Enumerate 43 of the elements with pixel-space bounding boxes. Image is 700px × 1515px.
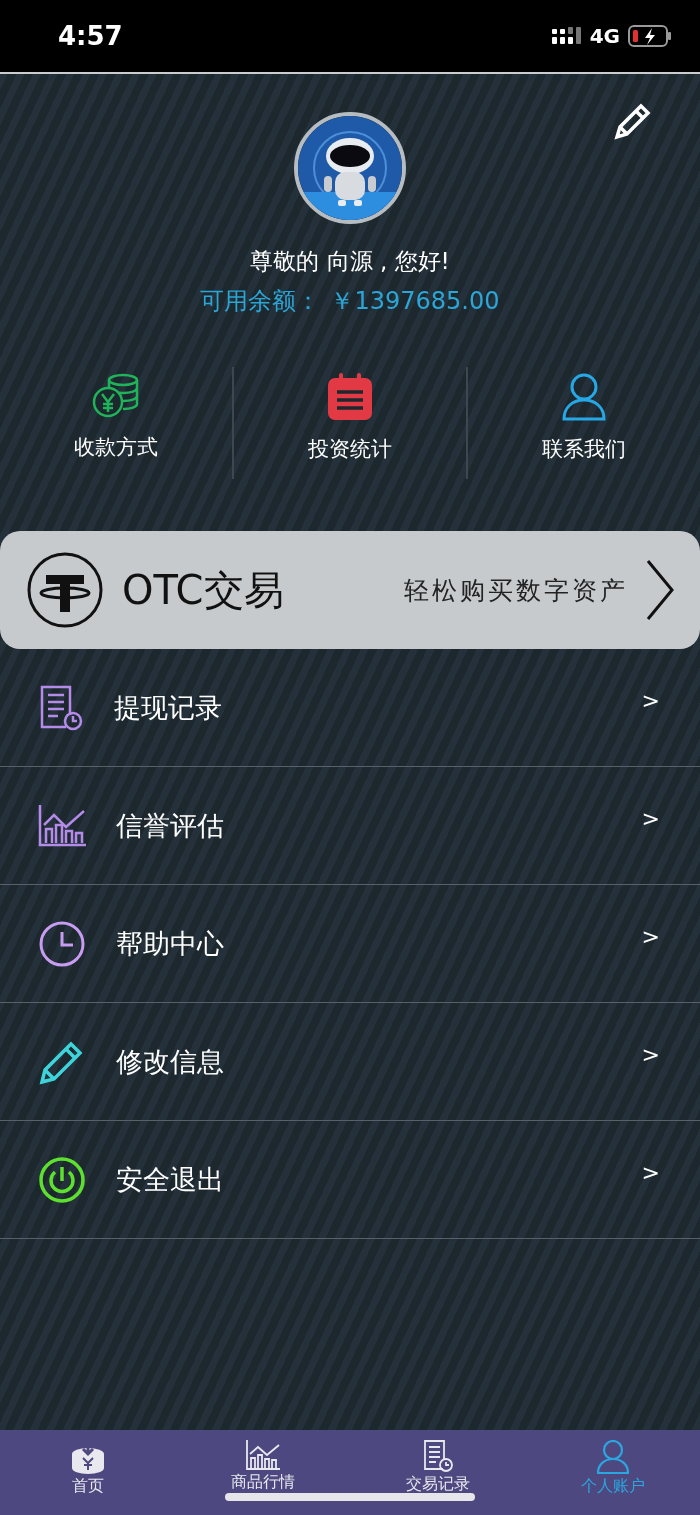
quick-action-label[interactable]: 收款方式	[74, 433, 158, 461]
menu-item[interactable]: 信誉评估 >	[0, 767, 700, 885]
user-icon	[562, 373, 606, 421]
tab[interactable]: 首页	[0, 1430, 175, 1515]
menu-label: 修改信息	[116, 1044, 225, 1079]
chevron-right-icon	[646, 559, 674, 621]
menu-label: 提现记录	[114, 690, 223, 725]
menu-item[interactable]: 安全退出 >	[0, 1121, 700, 1239]
quick-action-label[interactable]: 联系我们	[542, 435, 626, 463]
arrow: >	[641, 688, 660, 713]
user-icon	[596, 1440, 629, 1474]
network-type: 4G	[589, 24, 620, 48]
status-time: 4:57	[58, 21, 123, 51]
signal-icon	[551, 27, 582, 45]
menu-item[interactable]: 帮助中心 >	[0, 885, 700, 1003]
arrow: >	[641, 806, 660, 831]
menu-label: 安全退出	[116, 1162, 225, 1197]
menu-item[interactable]: 修改信息 >	[0, 1003, 700, 1121]
menu-item[interactable]: 提现记录 >	[0, 649, 700, 767]
quick-action-label[interactable]: 投资统计	[308, 435, 392, 463]
power-icon	[38, 1155, 86, 1204]
otc-banner[interactable]: OTC交易 轻松购买数字资产	[0, 531, 700, 649]
greeting: 尊敬的 向源 , 您好!	[250, 247, 450, 276]
clock-icon	[38, 919, 86, 968]
banner-title: OTC交易	[122, 565, 284, 615]
arrow: >	[641, 1042, 660, 1067]
banner-subtitle: 轻松购买数字资产	[404, 574, 628, 607]
tab[interactable]: 商品行情	[175, 1430, 350, 1515]
notepad-icon	[327, 373, 373, 421]
balance-label: 可用余额：	[200, 286, 321, 317]
battery-charging-icon	[628, 25, 672, 47]
tab[interactable]: 交易记录	[350, 1430, 525, 1515]
document-clock-icon	[421, 1440, 454, 1472]
menu-label: 帮助中心	[116, 926, 225, 961]
balance-amount: ￥1397685.00	[330, 286, 500, 317]
coins-icon	[91, 373, 141, 419]
arrow: >	[641, 924, 660, 949]
document-clock-icon	[38, 684, 84, 731]
tether-logo-icon	[26, 551, 104, 629]
chart-icon	[245, 1440, 280, 1470]
menu-label: 信誉评估	[116, 808, 225, 843]
arrow: >	[641, 1160, 660, 1185]
chart-icon	[38, 804, 86, 847]
